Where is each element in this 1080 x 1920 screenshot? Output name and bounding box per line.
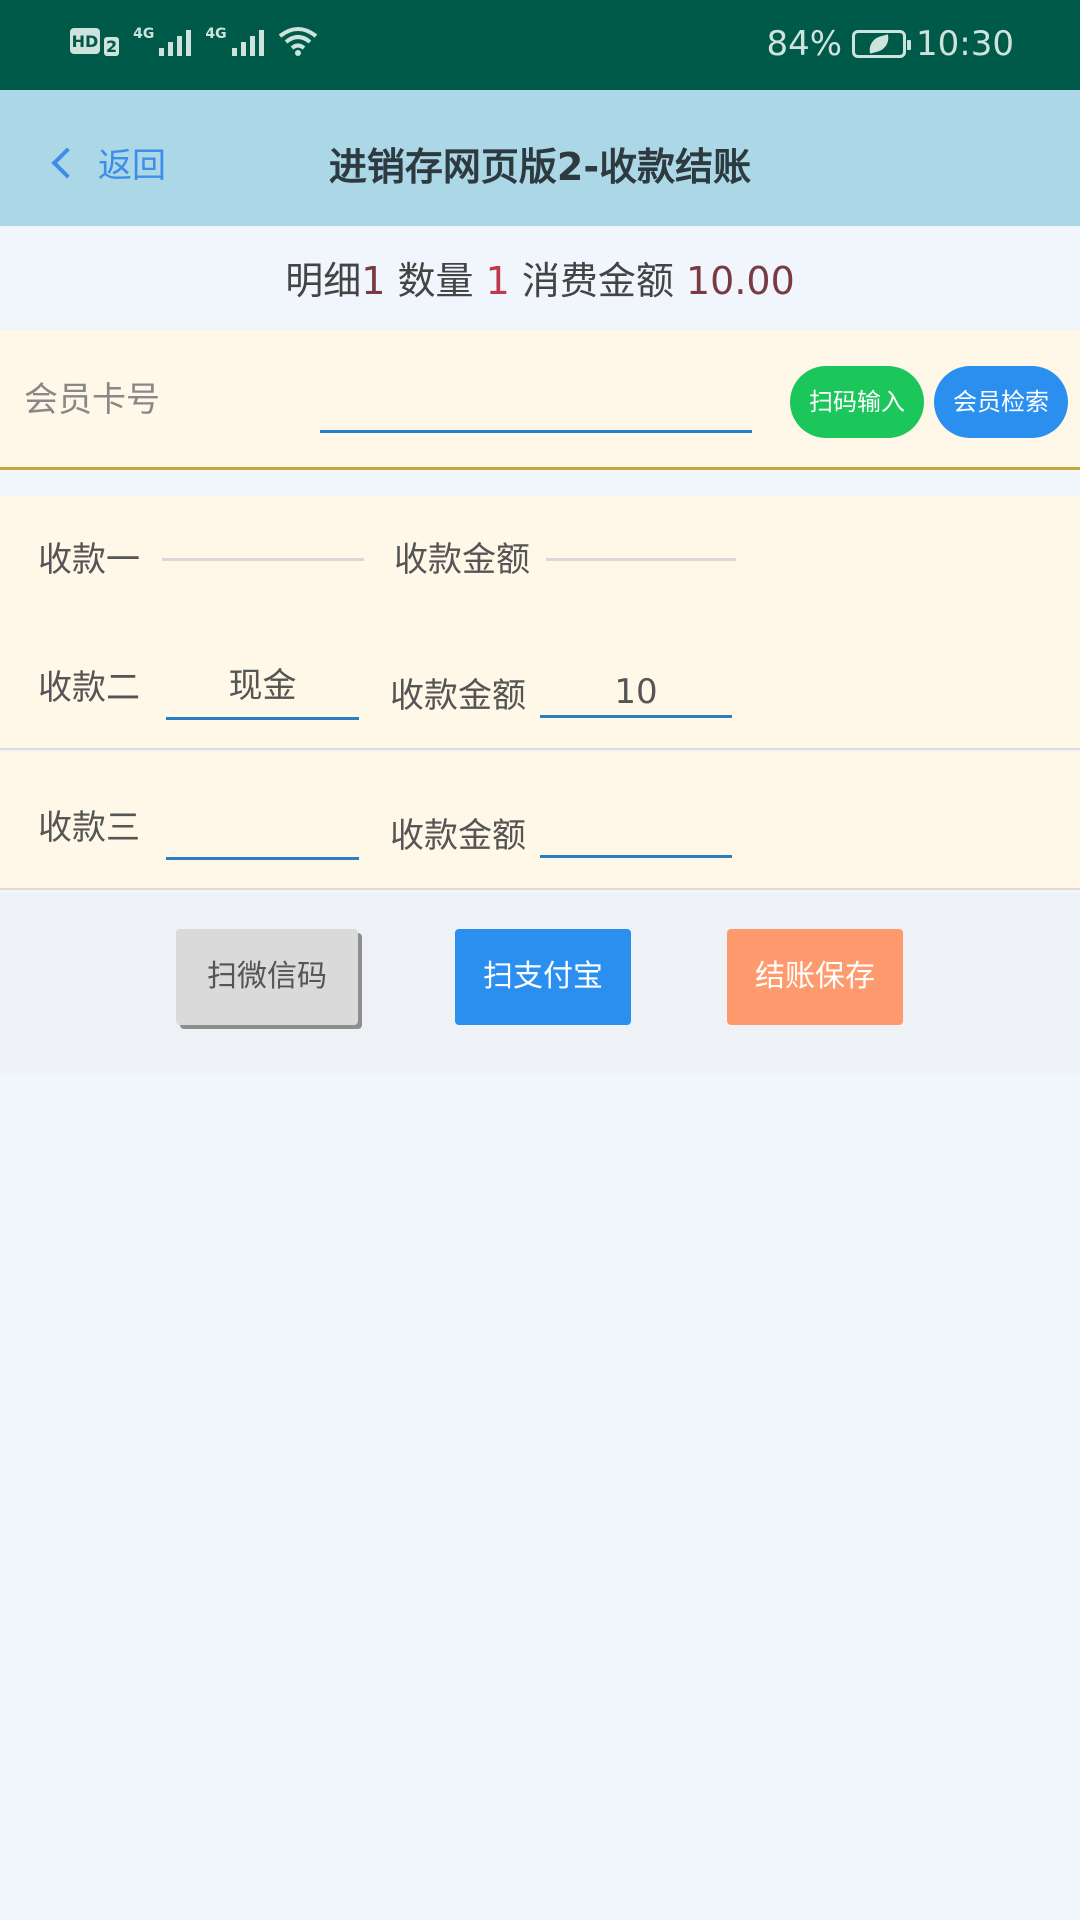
- scan-input-button[interactable]: 扫码输入: [790, 366, 924, 438]
- payment-1-amount-label: 收款金额: [394, 540, 530, 580]
- status-left: HD 2 4G 4G: [70, 26, 318, 56]
- payment-1-method[interactable]: [162, 516, 364, 561]
- member-card-row: 会员卡号 扫码输入 会员检索: [0, 330, 1080, 470]
- hd-icon: HD: [70, 28, 100, 54]
- member-search-button[interactable]: 会员检索: [934, 366, 1068, 438]
- network-type: 4G: [133, 26, 155, 42]
- scan-alipay-button[interactable]: 扫支付宝: [455, 929, 631, 1025]
- amount-value: 10.00: [686, 259, 795, 303]
- detail-value: 1: [361, 259, 386, 303]
- clock: 10:30: [916, 24, 1014, 64]
- qty-value: 1: [485, 259, 510, 303]
- payment-3-label: 收款三: [38, 808, 140, 848]
- member-card-label: 会员卡号: [24, 380, 160, 420]
- payment-2-method[interactable]: 现金: [166, 656, 359, 720]
- payment-3-method[interactable]: [166, 796, 359, 860]
- sim-index: 2: [104, 36, 120, 56]
- signal-icon: 4G: [205, 26, 264, 56]
- payment-1-label: 收款一: [38, 540, 140, 580]
- payment-1-amount[interactable]: [546, 516, 736, 561]
- app-header: 返回 进销存网页版2-收款结账: [0, 90, 1080, 226]
- payment-3-amount[interactable]: [540, 802, 732, 858]
- network-type: 4G: [205, 26, 227, 42]
- payment-2-amount-label: 收款金额: [390, 676, 526, 716]
- signal-icon: 4G: [133, 26, 192, 56]
- scan-wechat-button[interactable]: 扫微信码: [176, 929, 358, 1025]
- amount-label: 消费金额: [521, 259, 674, 303]
- payment-2-label: 收款二: [38, 668, 140, 708]
- battery-percent: 84%: [766, 24, 843, 64]
- checkout-save-button[interactable]: 结账保存: [727, 929, 903, 1025]
- qty-label: 数量: [397, 259, 474, 303]
- payment-2-amount[interactable]: 10: [540, 662, 732, 718]
- wifi-icon: [278, 27, 317, 56]
- payment-3-amount-label: 收款金额: [390, 816, 526, 856]
- page-title: 进销存网页版2-收款结账: [328, 145, 752, 189]
- leaf-icon: [866, 34, 892, 54]
- status-right: 84% 10:30: [766, 24, 1014, 64]
- order-summary: 明细1 数量 1 消费金额 10.00: [0, 226, 1080, 328]
- action-bar: 扫微信码 扫支付宝 结账保存: [0, 893, 1080, 1073]
- battery-icon: [852, 30, 912, 58]
- detail-label: 明细: [285, 259, 362, 303]
- payment-row-2: 收款二 现金 收款金额 10: [0, 612, 1080, 750]
- member-card-input[interactable]: [320, 430, 752, 433]
- payment-row-3: 收款三 收款金额: [0, 752, 1080, 890]
- status-bar: HD 2 4G 4G 84% 10:30: [0, 0, 1080, 90]
